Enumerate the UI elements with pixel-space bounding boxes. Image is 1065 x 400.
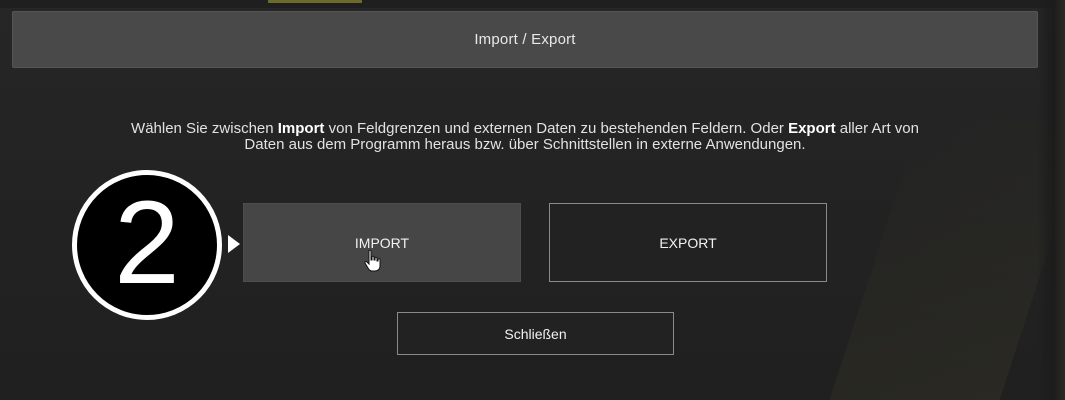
- export-button-label: EXPORT: [659, 234, 717, 251]
- hand-pointer-icon: [364, 249, 381, 272]
- close-button-label: Schließen: [504, 325, 567, 342]
- step-number: 2: [114, 177, 180, 309]
- app-screen: Import / Export Wählen Sie zwischen Impo…: [0, 0, 1065, 400]
- step-number-badge: 2: [72, 170, 222, 320]
- close-button[interactable]: Schließen: [397, 312, 674, 355]
- description-text: Wählen Sie zwischen Import von Feldgrenz…: [110, 121, 940, 153]
- description-bold-export: Export: [788, 120, 836, 137]
- dialog-header: Import / Export: [12, 11, 1038, 68]
- description-bold-import: Import: [277, 120, 325, 137]
- top-strip: [0, 0, 1065, 8]
- triangle-right-icon: [228, 235, 240, 253]
- right-edge-shadow: [1037, 0, 1065, 400]
- export-button[interactable]: EXPORT: [549, 203, 827, 282]
- description-part-1: Wählen Sie zwischen: [131, 120, 278, 137]
- top-accent-bar: [268, 0, 362, 3]
- dialog-title: Import / Export: [474, 31, 576, 48]
- description-part-2: von Feldgrenzen und externen Daten zu be…: [324, 120, 789, 137]
- background-decoration: [829, 120, 1065, 400]
